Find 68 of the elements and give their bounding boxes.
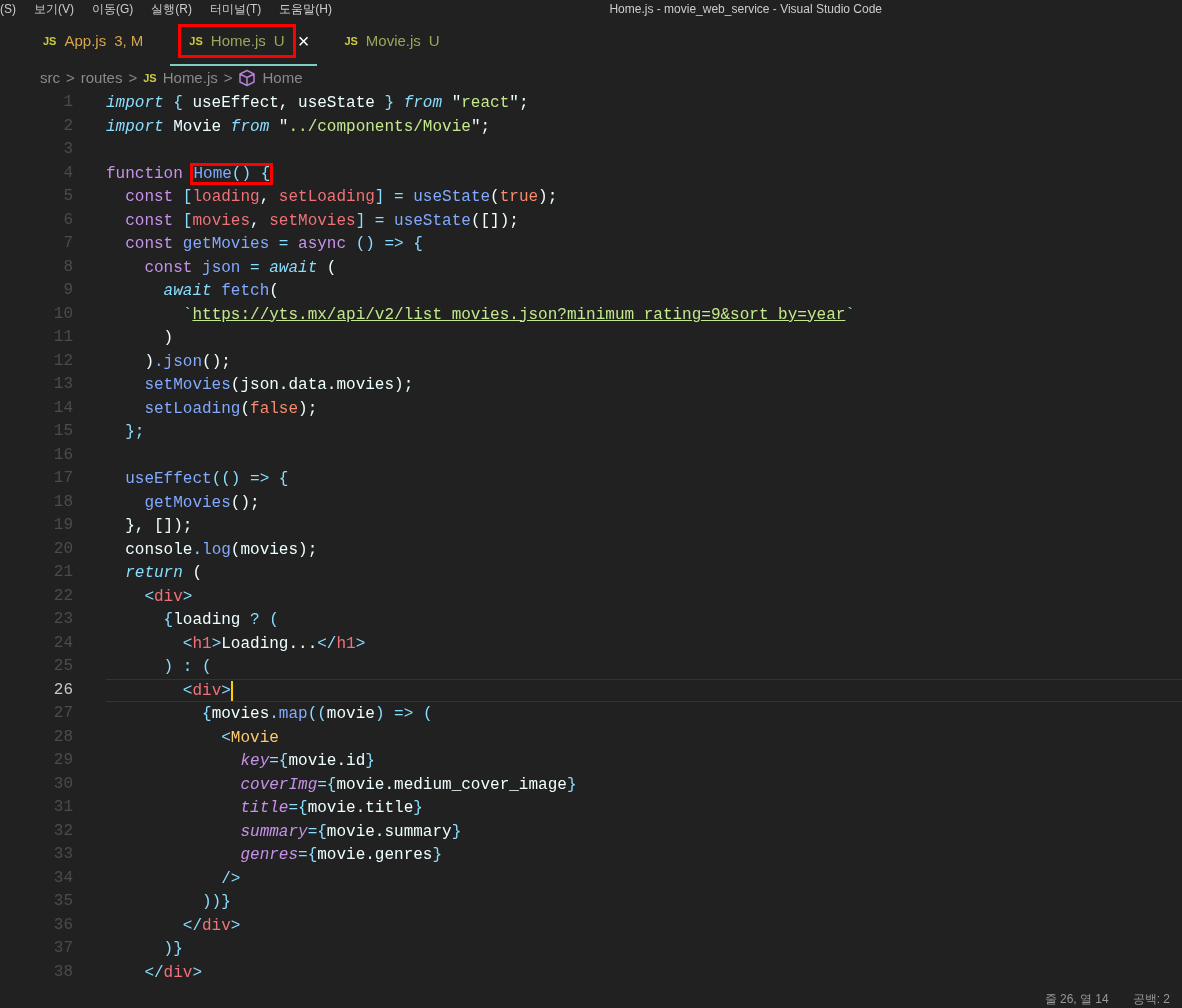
text-cursor bbox=[230, 680, 233, 701]
code-line: <h1>Loading...</h1> bbox=[181, 633, 366, 654]
line-number: 26 bbox=[52, 679, 74, 701]
tab-label: Home.js bbox=[210, 30, 266, 51]
code-line: useEffect(() => { bbox=[124, 469, 289, 490]
code-line: import Movie from "../components/Movie"; bbox=[106, 116, 491, 137]
editor-tab[interactable]: JS App.js 3, M bbox=[24, 18, 163, 66]
editor-tab[interactable]: JS Movie.js U bbox=[325, 18, 459, 66]
window-title: Home.js - movie_web_service - Visual Studio Code bbox=[609, 1, 882, 17]
git-status-label: U bbox=[273, 30, 285, 51]
code-line: ).json(); bbox=[143, 351, 231, 372]
code-line: const [loading, setLoading] = useState(true); bbox=[124, 187, 558, 208]
code-line: `https://yts.mx/api/v2/list_movies.json?minimum_rating=9&sort_by=year` bbox=[181, 304, 855, 325]
cursor-position[interactable]: 줄 26, 열 14 bbox=[1044, 991, 1109, 1007]
code-line: title={movie.title} bbox=[239, 798, 423, 819]
code-line: function Home() { bbox=[106, 163, 272, 184]
git-status-label: U bbox=[428, 30, 440, 51]
breadcrumb-item[interactable]: Home.js bbox=[162, 66, 218, 90]
menu-item[interactable]: 이동(G) bbox=[92, 1, 134, 17]
code-line: return ( bbox=[124, 563, 202, 584]
code-line: key={movie.id} bbox=[239, 751, 375, 772]
js-file-icon: JS bbox=[43, 32, 57, 50]
code-line: ) bbox=[162, 328, 174, 349]
code-line: ) : ( bbox=[162, 657, 212, 678]
breadcrumb-item[interactable]: Home bbox=[262, 66, 303, 90]
js-file-icon: JS bbox=[143, 69, 157, 87]
code-line: }, []); bbox=[124, 516, 193, 537]
code-line: import { useEffect, useState } from "react"; bbox=[106, 93, 529, 114]
js-file-icon: JS bbox=[344, 32, 358, 50]
breadcrumb-separator: > bbox=[223, 67, 233, 88]
indentation-setting[interactable]: 공백: 2 bbox=[1132, 991, 1170, 1007]
cube-icon bbox=[238, 69, 257, 87]
code-line: }; bbox=[124, 422, 145, 443]
code-line: )} bbox=[162, 939, 183, 960]
code-line: getMovies(); bbox=[143, 492, 260, 513]
code-line: setMovies(json.data.movies); bbox=[143, 375, 414, 396]
code-line: {movies.map((movie) => ( bbox=[201, 704, 433, 725]
code-line: console.log(movies); bbox=[124, 539, 318, 560]
menu-item[interactable]: 도움말(H) bbox=[279, 1, 332, 17]
code-line: /> bbox=[220, 868, 241, 889]
menu-item[interactable]: 실행(R) bbox=[151, 1, 192, 17]
breadcrumb-separator: > bbox=[128, 67, 138, 88]
js-file-icon: JS bbox=[189, 32, 203, 50]
close-icon[interactable]: × bbox=[297, 26, 310, 56]
menu-item[interactable]: 보기(V) bbox=[34, 1, 74, 17]
breadcrumb-separator: > bbox=[66, 67, 75, 88]
code-line: summary={movie.summary} bbox=[239, 821, 462, 842]
code-line: <div> bbox=[181, 680, 231, 701]
code-line: const [movies, setMovies] = useState([]); bbox=[124, 210, 519, 231]
menu-item[interactable]: 터미널(T) bbox=[210, 1, 262, 17]
code-line: </div> bbox=[143, 962, 203, 983]
code-line: await fetch( bbox=[162, 281, 279, 302]
code-line: const json = await ( bbox=[143, 257, 337, 278]
tab-label: Movie.js bbox=[365, 30, 421, 51]
code-line: const getMovies = async () => { bbox=[124, 234, 423, 255]
code-line: setLoading(false); bbox=[143, 398, 318, 419]
code-line: coverImg={movie.medium_cover_image} bbox=[239, 774, 577, 795]
code-line: {loading ? ( bbox=[162, 610, 279, 631]
menu-item[interactable]: (S) bbox=[0, 1, 16, 17]
code-line: genres={movie.genres} bbox=[239, 845, 443, 866]
code-line: ))} bbox=[201, 892, 231, 913]
breadcrumb-item[interactable]: routes bbox=[80, 66, 123, 90]
tab-label: App.js bbox=[64, 30, 107, 51]
git-status-label: 3, M bbox=[114, 30, 144, 51]
code-line: <Movie bbox=[220, 727, 279, 748]
code-line: <div> bbox=[143, 586, 193, 607]
code-line: </div> bbox=[181, 915, 241, 936]
breadcrumb-item[interactable]: src bbox=[40, 66, 60, 90]
